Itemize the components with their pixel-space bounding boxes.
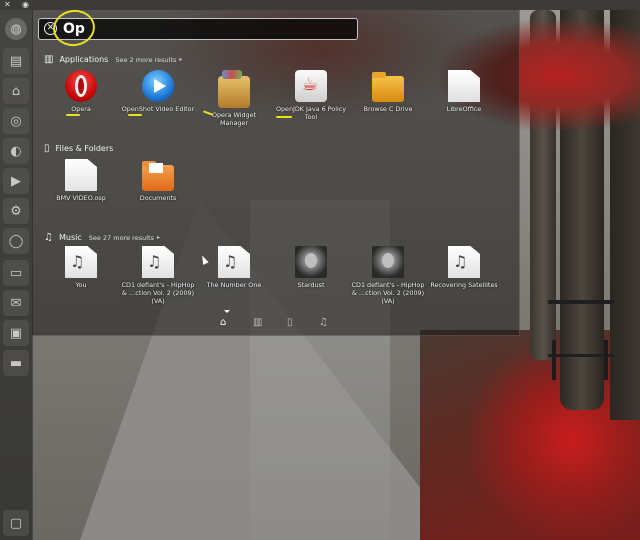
- annotation-underline: [66, 114, 80, 116]
- app-tile-browse-c-drive[interactable]: Browse C Drive: [351, 70, 425, 113]
- files-category: ▯ Files & Folders: [44, 143, 113, 154]
- document-icon: [65, 159, 97, 191]
- mail-icon[interactable]: ✉: [3, 290, 29, 316]
- music-file-icon: [218, 246, 250, 278]
- applications-more-link[interactable]: See 2 more results: [115, 56, 176, 64]
- music-lens-icon[interactable]: ♫: [319, 317, 328, 328]
- file-tile-bmv-video[interactable]: BMV VIDEO.osp: [44, 159, 118, 202]
- music-label: CD1 defiant's - HipHop & …ction Vol. 2 (…: [351, 281, 425, 305]
- app-label: Opera: [71, 105, 91, 113]
- ubuntu-logo-icon[interactable]: ◉: [22, 0, 29, 10]
- album-art-icon: [372, 246, 404, 278]
- file-tile-documents[interactable]: Documents: [121, 159, 195, 202]
- globe-icon[interactable]: ◯: [3, 228, 29, 254]
- app-label: Browse C Drive: [363, 105, 413, 113]
- annotation-underline: [276, 116, 292, 118]
- app-tile-opera[interactable]: Opera: [44, 70, 118, 113]
- file-label: Documents: [139, 194, 177, 202]
- home-folder-icon[interactable]: ⌂: [3, 78, 29, 104]
- applications-heading: Applications: [59, 55, 109, 64]
- opera-widget-icon: [218, 70, 250, 108]
- applications-category: ▥ Applications See 2 more results ▸: [44, 54, 182, 65]
- app-tile-openshot[interactable]: OpenShot Video Editor: [121, 70, 195, 113]
- annotation-underline: [128, 114, 142, 116]
- music-label: Recovering Satellites: [430, 281, 498, 289]
- close-window-icon[interactable]: ✕: [4, 0, 11, 10]
- music-label: Stardust: [297, 281, 325, 289]
- java-icon: [295, 70, 327, 102]
- music-label: You: [75, 281, 87, 289]
- active-lens-indicator: [224, 310, 230, 313]
- files-icon: ▯: [44, 143, 50, 154]
- terminal-icon[interactable]: ▭: [3, 260, 29, 286]
- app-label: OpenJDK Java 6 Policy Tool: [275, 105, 347, 121]
- music-more-link[interactable]: See 27 more results: [89, 234, 154, 242]
- music-file-icon: [142, 246, 174, 278]
- files-lens-icon[interactable]: ▯: [287, 317, 293, 328]
- drive-icon[interactable]: ▬: [3, 350, 29, 376]
- music-tile[interactable]: CD1 defiant's - HipHop & …ction Vol. 2 (…: [351, 246, 425, 305]
- music-label: The Number One: [206, 281, 262, 289]
- music-category: ♫ Music See 27 more results ▸: [44, 232, 160, 243]
- launcher: ◍ ▤ ⌂ ◎ ◐ ▶ ⚙ ◯ ▭ ✉ ▣ ▬ ▢: [0, 10, 33, 540]
- app-tile-libreoffice[interactable]: LibreOffice: [427, 70, 501, 113]
- top-panel: ✕ ◉: [0, 0, 640, 10]
- folder-icon: [372, 72, 404, 102]
- applications-icon: ▥: [44, 54, 54, 65]
- home-lens-icon[interactable]: ⌂: [220, 317, 226, 328]
- music-note-icon: ♫: [44, 232, 53, 243]
- chevron-right-icon[interactable]: ▸: [157, 234, 160, 241]
- settings-icon[interactable]: ⚙: [3, 198, 29, 224]
- documents-folder-icon: [142, 161, 174, 191]
- chromium-icon[interactable]: ◐: [3, 138, 29, 164]
- files-icon[interactable]: ▤: [3, 48, 29, 74]
- music-file-icon: [65, 246, 97, 278]
- lens-bar: [32, 312, 519, 335]
- files-heading: Files & Folders: [55, 144, 114, 153]
- music-label: CD1 defiant's - HipHop & …ction Vol. 2 (…: [121, 281, 195, 305]
- music-tile[interactable]: You: [44, 246, 118, 289]
- music-file-icon: [448, 246, 480, 278]
- trash-icon[interactable]: ▢: [3, 510, 29, 536]
- firefox-icon[interactable]: ◎: [3, 108, 29, 134]
- music-tile[interactable]: The Number One: [197, 246, 271, 289]
- bfb-icon[interactable]: ◍: [5, 18, 27, 40]
- music-tile[interactable]: CD1 defiant's - HipHop & …ction Vol. 2 (…: [121, 246, 195, 305]
- app-label: OpenShot Video Editor: [121, 105, 195, 113]
- applications-lens-icon[interactable]: ▥: [253, 317, 262, 328]
- opera-icon: [65, 70, 97, 102]
- music-heading: Music: [58, 233, 82, 242]
- app-label: LibreOffice: [446, 105, 482, 113]
- window-icon[interactable]: ▣: [3, 320, 29, 346]
- openshot-icon: [142, 70, 174, 102]
- app-tile-openjdk[interactable]: OpenJDK Java 6 Policy Tool: [274, 70, 348, 121]
- libreoffice-icon: [448, 70, 480, 102]
- file-label: BMV VIDEO.osp: [56, 194, 106, 202]
- music-tile[interactable]: Stardust: [274, 246, 348, 289]
- media-icon[interactable]: ▶: [3, 168, 29, 194]
- album-art-icon: [295, 246, 327, 278]
- app-tile-opera-widget-manager[interactable]: Opera Widget Manager: [197, 70, 271, 127]
- music-tile[interactable]: Recovering Satellites: [427, 246, 501, 289]
- chevron-right-icon[interactable]: ▸: [179, 56, 182, 63]
